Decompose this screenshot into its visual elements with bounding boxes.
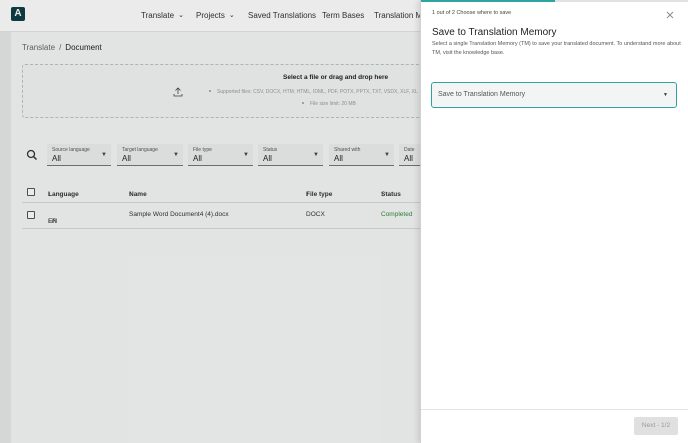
select-value: Save to Translation Memory [438, 91, 526, 98]
next-button[interactable]: Next - 1/2 [634, 417, 678, 435]
save-tm-panel: 1 out of 2 Choose where to save Save to … [420, 0, 688, 443]
close-icon[interactable] [665, 11, 675, 21]
modal-backdrop[interactable] [0, 0, 420, 443]
step-indicator: 1 out of 2 Choose where to save [432, 10, 512, 16]
chevron-down-icon: ▼ [663, 92, 668, 98]
translation-memory-select[interactable]: Save to Translation Memory ▼ [431, 82, 677, 108]
progress-bar [421, 0, 688, 2]
footer-divider [421, 409, 688, 410]
panel-title: Save to Translation Memory [432, 27, 557, 38]
progress-fill [421, 0, 555, 2]
panel-description: Select a single Translation Memory (TM) … [432, 41, 681, 56]
